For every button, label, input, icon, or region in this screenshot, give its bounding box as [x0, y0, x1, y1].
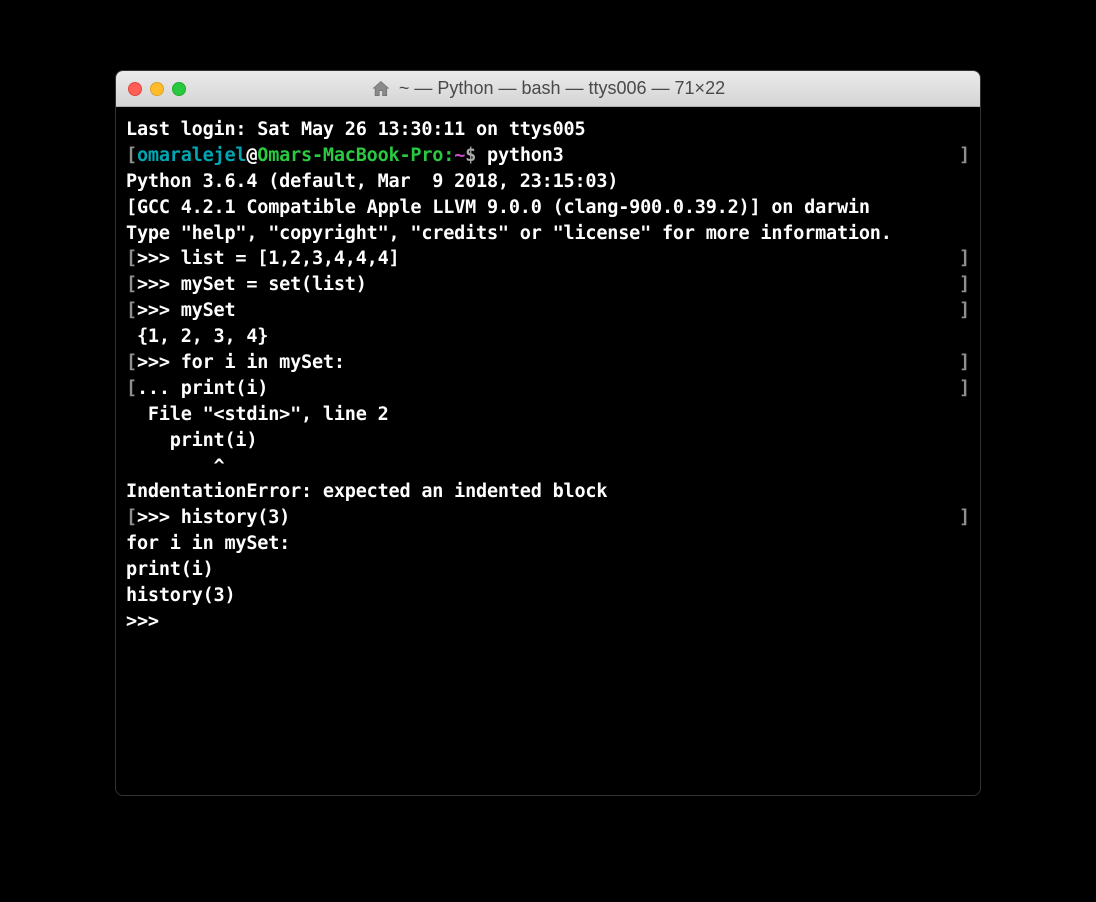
history-output-3: history(3) [126, 583, 970, 609]
bracket-open: [ [126, 145, 137, 166]
python-version-line: Python 3.6.4 (default, Mar 9 2018, 23:15… [126, 169, 970, 195]
terminal-body[interactable]: Last login: Sat May 26 13:30:11 on ttys0… [116, 107, 980, 795]
history-output-2: print(i) [126, 557, 970, 583]
prompt-tilde: ~ [454, 145, 465, 166]
repl-line-11: [>>> history(3)] [126, 505, 970, 531]
bracket-close: ] [959, 143, 970, 169]
prompt-host: Omars-MacBook-Pro: [257, 145, 454, 166]
error-caret-line: ^ [126, 454, 970, 480]
close-icon[interactable] [128, 82, 142, 96]
prompt-dollar: $ [465, 145, 476, 166]
gcc-line: [GCC 4.2.1 Compatible Apple LLVM 9.0.0 (… [126, 195, 970, 221]
window-title: ~ — Python — bash — ttys006 — 71×22 [371, 78, 725, 99]
repl-line-6: [... print(i)] [126, 376, 970, 402]
error-file-line: File "<stdin>", line 2 [126, 402, 970, 428]
last-login-line: Last login: Sat May 26 13:30:11 on ttys0… [126, 117, 970, 143]
prompt-user: omaralejel [137, 145, 246, 166]
error-code-line: print(i) [126, 428, 970, 454]
history-output-1: for i in mySet: [126, 531, 970, 557]
titlebar[interactable]: ~ — Python — bash — ttys006 — 71×22 [116, 71, 980, 107]
shell-prompt-line: [omaralejel@Omars-MacBook-Pro:~$ python3… [126, 143, 970, 169]
traffic-lights [128, 82, 186, 96]
repl-line-5: [>>> for i in mySet:] [126, 350, 970, 376]
repl-line-1: [>>> list = [1,2,3,4,4,4]] [126, 246, 970, 272]
minimize-icon[interactable] [150, 82, 164, 96]
prompt-at: @ [246, 145, 257, 166]
help-line: Type "help", "copyright", "credits" or "… [126, 221, 970, 247]
repl-output-set: {1, 2, 3, 4} [126, 324, 970, 350]
repl-prompt-empty: >>> [126, 609, 970, 635]
window-title-text: ~ — Python — bash — ttys006 — 71×22 [399, 78, 725, 99]
maximize-icon[interactable] [172, 82, 186, 96]
shell-command: python3 [487, 145, 564, 166]
home-icon [371, 79, 391, 99]
repl-line-2: [>>> mySet = set(list)] [126, 272, 970, 298]
terminal-window: ~ — Python — bash — ttys006 — 71×22 Last… [115, 70, 981, 796]
error-message-line: IndentationError: expected an indented b… [126, 479, 970, 505]
repl-line-3: [>>> mySet] [126, 298, 970, 324]
